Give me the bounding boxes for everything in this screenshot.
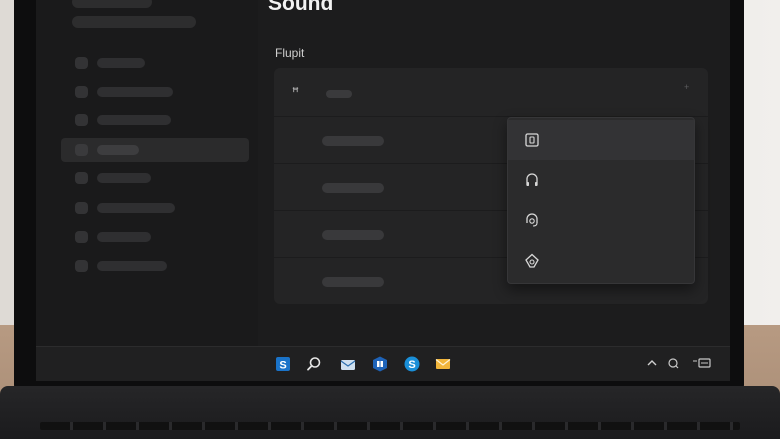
selected-device-label	[326, 90, 352, 98]
sidebar-item[interactable]	[61, 108, 249, 132]
battery-icon[interactable]	[692, 356, 712, 370]
settings-row-label	[322, 230, 384, 240]
envelope-icon[interactable]	[434, 355, 452, 373]
sidebar-item-icon	[75, 231, 88, 243]
output-device-select[interactable]: ꟸ +	[274, 68, 708, 117]
speaker-angled-icon	[525, 253, 539, 268]
speaker-glyph-icon: ꟸ	[292, 85, 299, 99]
grid-app-icon[interactable]	[371, 355, 389, 373]
svg-text:S: S	[279, 360, 286, 372]
flyout-option-headset[interactable]	[508, 200, 694, 240]
sidebar-item-icon	[75, 202, 88, 214]
sidebar-item[interactable]	[61, 166, 249, 190]
sidebar-header-placeholder	[72, 0, 152, 8]
sidebar-item-icon	[75, 144, 88, 156]
sidebar-item-icon	[75, 260, 88, 272]
network-icon[interactable]	[666, 356, 680, 370]
flyout-option-headphones[interactable]	[508, 160, 694, 200]
sidebar-item-label	[97, 203, 175, 213]
sidebar-item[interactable]	[61, 225, 249, 249]
section-heading: Flupit	[275, 46, 305, 60]
sidebar-item-icon	[75, 86, 88, 98]
expand-icon[interactable]: +	[684, 82, 689, 92]
sidebar-item-icon	[75, 57, 88, 69]
sidebar-item-label	[97, 261, 167, 271]
laptop-bezel: Sound Flupit ꟸ + S S	[14, 0, 744, 395]
laptop-keyboard	[0, 386, 780, 439]
device-flyout-menu	[507, 117, 695, 284]
sidebar-item[interactable]	[61, 254, 249, 278]
settings-row-label	[322, 183, 384, 193]
chevron-up-icon[interactable]	[645, 356, 659, 370]
search-icon[interactable]	[305, 355, 323, 373]
sidebar-item[interactable]	[61, 80, 249, 104]
mail-icon[interactable]	[339, 355, 357, 373]
skype-icon[interactable]: S	[403, 355, 421, 373]
headset-icon	[526, 213, 538, 227]
search-box-placeholder[interactable]	[72, 16, 196, 28]
store-icon[interactable]: S	[274, 355, 292, 373]
sidebar-item-label	[97, 115, 171, 125]
sidebar-item-label	[97, 173, 151, 183]
key-row	[40, 422, 740, 430]
settings-row-label	[322, 136, 384, 146]
screen: Sound Flupit ꟸ + S S	[36, 0, 730, 381]
svg-text:S: S	[408, 359, 415, 371]
settings-row-label	[322, 277, 384, 287]
taskbar: S S	[36, 346, 730, 381]
sidebar-item[interactable]	[61, 196, 249, 220]
sidebar-item-label	[97, 87, 173, 97]
sidebar-item-label	[97, 145, 139, 155]
sidebar-item-label	[97, 232, 151, 242]
sidebar-item-icon	[75, 114, 88, 126]
flyout-option-device[interactable]	[508, 120, 694, 160]
sidebar-item-active[interactable]	[61, 138, 249, 162]
flyout-option-speaker[interactable]	[508, 241, 694, 281]
page-title: Sound	[268, 0, 334, 15]
sidebar-item-icon	[75, 172, 88, 184]
settings-sidebar	[36, 0, 258, 346]
sidebar-item[interactable]	[61, 51, 249, 75]
headphones-icon	[526, 173, 538, 186]
device-square-icon	[525, 133, 539, 147]
sidebar-item-label	[97, 58, 145, 68]
